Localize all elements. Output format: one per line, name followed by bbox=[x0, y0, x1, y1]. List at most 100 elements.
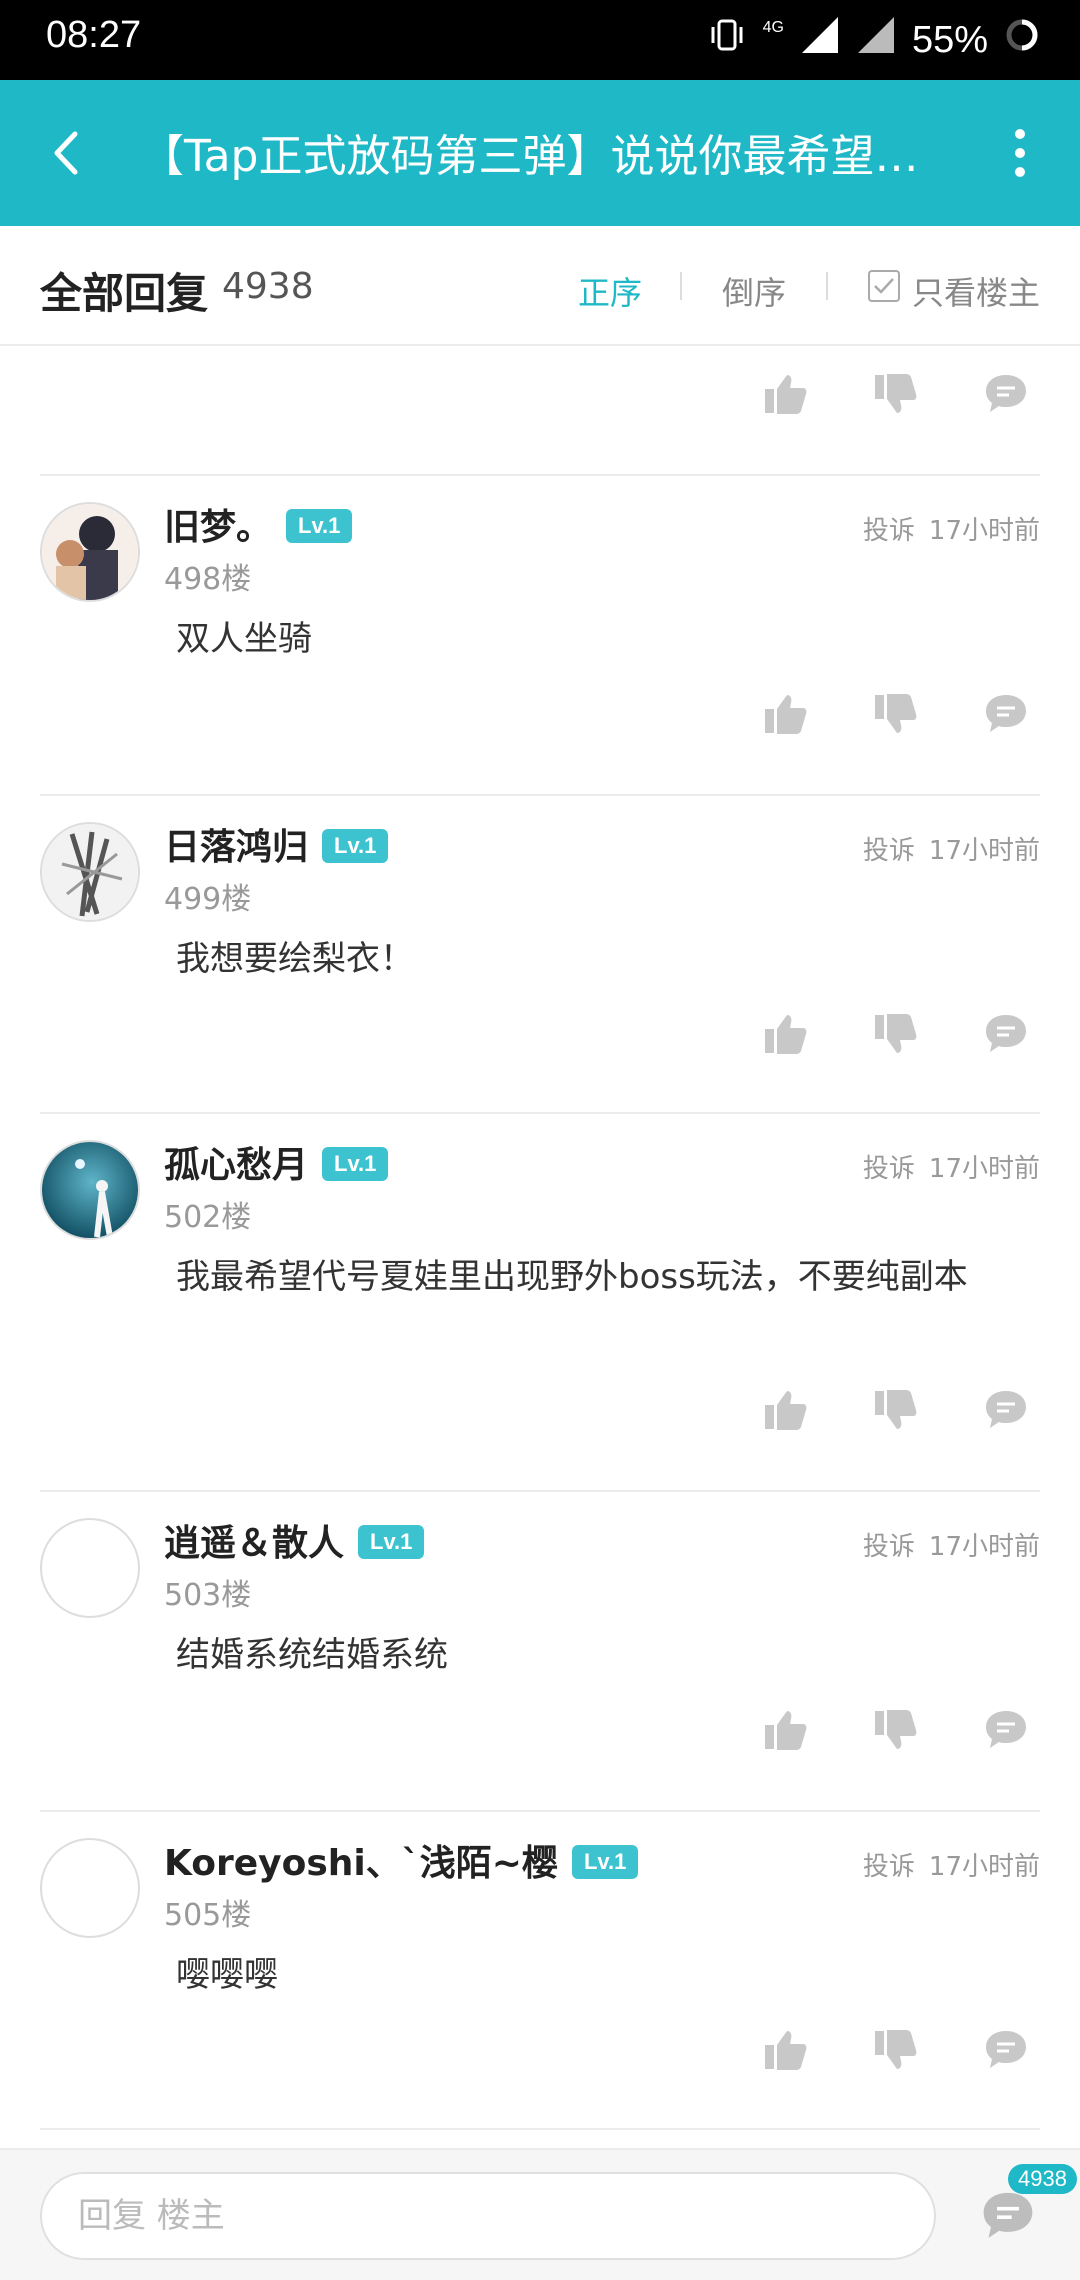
floor-number: 498楼 bbox=[164, 562, 252, 597]
comment-actions bbox=[756, 684, 1036, 744]
level-badge: Lv.1 bbox=[286, 509, 353, 543]
comment-meta: 投诉 17小时前 bbox=[863, 1148, 1040, 1185]
like-button[interactable] bbox=[756, 1700, 816, 1760]
username[interactable]: 孤心愁月 Lv.1 bbox=[164, 1136, 389, 1188]
sort-descending-tab[interactable]: 倒序 bbox=[722, 268, 786, 314]
more-menu-button[interactable] bbox=[1000, 118, 1040, 188]
comment-content: 嘤嘤嘤 bbox=[176, 1955, 278, 1995]
divider bbox=[40, 474, 1040, 476]
reply-button[interactable] bbox=[976, 684, 1036, 744]
divider bbox=[40, 794, 1040, 796]
avatar[interactable] bbox=[40, 1140, 140, 1240]
more-dot bbox=[1015, 148, 1025, 158]
username[interactable]: 旧梦。 Lv.1 bbox=[164, 498, 353, 550]
thumbs-up-icon bbox=[765, 375, 807, 414]
thumbs-up-icon bbox=[765, 2031, 807, 2070]
dislike-button[interactable] bbox=[866, 1004, 926, 1064]
comment-content: 结婚系统结婚系统 bbox=[176, 1635, 448, 1675]
thumbs-down-icon bbox=[875, 374, 917, 413]
divider bbox=[40, 1810, 1040, 1812]
reply-count: 4938 bbox=[222, 266, 314, 307]
comment-content: 双人坐骑 bbox=[176, 619, 312, 659]
reply-button[interactable] bbox=[976, 1380, 1036, 1440]
back-arrow-icon bbox=[54, 131, 78, 175]
level-badge: Lv.1 bbox=[322, 1147, 389, 1181]
comment-time: 17小时前 bbox=[928, 836, 1040, 866]
thumbs-down-icon bbox=[875, 2030, 917, 2069]
comment-bubble-icon bbox=[986, 1391, 1026, 1428]
sort-ascending-tab[interactable]: 正序 bbox=[578, 268, 642, 314]
back-button[interactable] bbox=[30, 118, 100, 188]
thumbs-down-icon bbox=[875, 1390, 917, 1429]
divider bbox=[826, 272, 828, 300]
comment-meta: 投诉 17小时前 bbox=[863, 1526, 1040, 1563]
all-replies-label: 全部回复 bbox=[40, 269, 209, 318]
status-icons: 4G 55% bbox=[707, 14, 1040, 66]
username[interactable]: 逍遥＆散人 Lv.1 bbox=[164, 1514, 425, 1566]
report-link[interactable]: 投诉 bbox=[863, 1154, 915, 1184]
battery-icon bbox=[1004, 17, 1040, 63]
divider bbox=[40, 1490, 1040, 1492]
reply-button[interactable] bbox=[976, 1700, 1036, 1760]
dislike-button[interactable] bbox=[866, 364, 926, 424]
battery-percent: 55% bbox=[911, 18, 988, 61]
comment-actions bbox=[756, 2020, 1036, 2080]
thumbs-down-icon bbox=[875, 694, 917, 733]
reply-button[interactable] bbox=[976, 2020, 1036, 2080]
level-badge: Lv.1 bbox=[358, 1525, 425, 1559]
comment-bubble-icon bbox=[986, 695, 1026, 732]
like-button[interactable] bbox=[756, 2020, 816, 2080]
comment-bubble-icon bbox=[983, 2192, 1033, 2238]
level-badge: Lv.1 bbox=[571, 1845, 639, 1879]
thumbs-down-icon bbox=[875, 1710, 917, 1749]
username[interactable]: 日落鸿归 Lv.1 bbox=[164, 818, 389, 870]
network-type-icon: 4G bbox=[762, 19, 784, 36]
avatar[interactable] bbox=[40, 502, 140, 602]
username-text: 逍遥＆散人 bbox=[164, 1523, 345, 1564]
only-op-label[interactable]: 只看楼主 bbox=[912, 268, 1040, 314]
report-link[interactable]: 投诉 bbox=[863, 836, 915, 866]
app-bar: 【Tap正式放码第三弹】说说你最希望《代号：夏娃》中有什么功能？ bbox=[0, 80, 1080, 226]
comment-meta: 投诉 17小时前 bbox=[863, 830, 1040, 867]
comment-actions bbox=[756, 364, 1036, 424]
dislike-button[interactable] bbox=[866, 1700, 926, 1760]
comment-bubble-icon bbox=[986, 1015, 1026, 1052]
page-title: 【Tap正式放码第三弹】说说你最希望《代号：夏娃》中有什么功能？ bbox=[140, 131, 920, 182]
like-button[interactable] bbox=[756, 684, 816, 744]
dislike-button[interactable] bbox=[866, 1380, 926, 1440]
avatar[interactable] bbox=[40, 822, 140, 922]
thumbs-up-icon bbox=[765, 695, 807, 734]
divider bbox=[40, 1112, 1040, 1114]
only-op-checkbox[interactable] bbox=[868, 270, 900, 302]
divider bbox=[40, 2128, 1040, 2130]
signal-icon bbox=[800, 15, 840, 65]
divider bbox=[680, 272, 682, 300]
like-button[interactable] bbox=[756, 364, 816, 424]
username-text: 孤心愁月 bbox=[164, 1145, 309, 1186]
thumbs-up-icon bbox=[765, 1015, 807, 1054]
username-text: 日落鸿归 bbox=[164, 827, 309, 868]
report-link[interactable]: 投诉 bbox=[863, 516, 915, 546]
dislike-button[interactable] bbox=[866, 684, 926, 744]
sort-bar: 全部回复 4938 正序 倒序 只看楼主 bbox=[0, 226, 1080, 346]
reply-button[interactable] bbox=[976, 1004, 1036, 1064]
like-button[interactable] bbox=[756, 1004, 816, 1064]
reply-button[interactable] bbox=[976, 364, 1036, 424]
avatar[interactable] bbox=[40, 1838, 140, 1938]
thumbs-up-icon bbox=[765, 1711, 807, 1750]
comment-time: 17小时前 bbox=[928, 1852, 1040, 1882]
avatar[interactable] bbox=[40, 1518, 140, 1618]
floor-number: 503楼 bbox=[164, 1578, 252, 1613]
reply-input[interactable]: 回复 楼主 bbox=[40, 2172, 936, 2260]
username[interactable]: Koreyoshi、`浅陌~樱 Lv.1 bbox=[164, 1834, 639, 1886]
comment-bubble-icon bbox=[986, 2031, 1026, 2068]
comment-bubble-icon bbox=[986, 375, 1026, 412]
dislike-button[interactable] bbox=[866, 2020, 926, 2080]
floor-number: 502楼 bbox=[164, 1200, 252, 1235]
view-replies-button[interactable] bbox=[980, 2188, 1040, 2248]
like-button[interactable] bbox=[756, 1380, 816, 1440]
report-link[interactable]: 投诉 bbox=[863, 1532, 915, 1562]
thumbs-up-icon bbox=[765, 1391, 807, 1430]
report-link[interactable]: 投诉 bbox=[863, 1852, 915, 1882]
vibrate-icon bbox=[707, 15, 747, 65]
